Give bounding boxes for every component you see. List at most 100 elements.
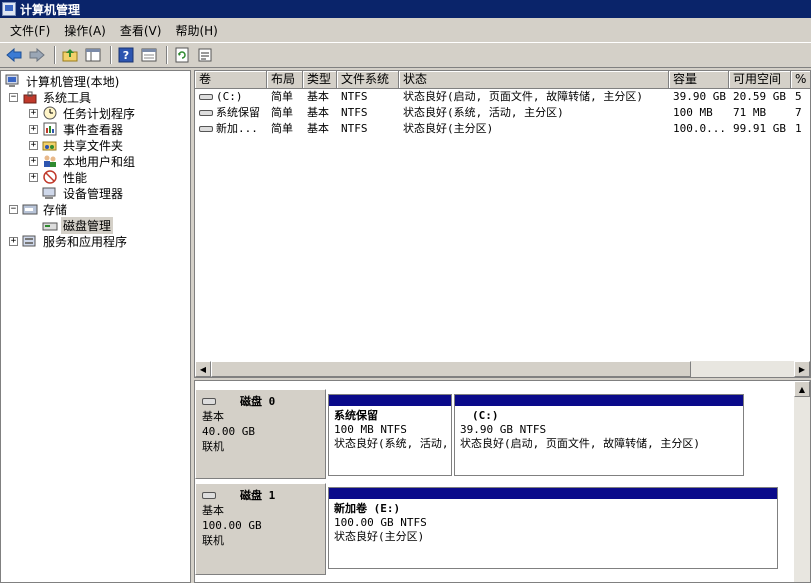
disk-status: 联机 — [202, 440, 224, 453]
expand-toggle[interactable]: + — [29, 124, 38, 134]
cell-free-space: 20.59 GB — [733, 90, 786, 103]
partition-block[interactable]: (C:) 39.90 GB NTFS 状态良好(启动, 页面文件, 故障转储, … — [454, 394, 744, 476]
tree-item-disk-management[interactable]: 磁盘管理 — [42, 216, 114, 234]
tree-item-system-tools[interactable]: − 系统工具 — [9, 89, 93, 105]
disk-size: 40.00 GB — [202, 425, 255, 438]
expand-toggle[interactable]: + — [29, 172, 38, 182]
cell-type: 基本 — [307, 90, 329, 103]
scroll-left-arrow-icon[interactable]: ◀ — [195, 361, 211, 377]
tree-item-services-apps[interactable]: + 服务和应用程序 — [9, 233, 129, 249]
disk-row: 磁盘 0 基本 40.00 GB 联机 系统保留 100 MB NTFS 状态良… — [195, 389, 775, 479]
disk-size: 100.00 GB — [202, 519, 262, 532]
menu-help[interactable]: 帮助(H) — [169, 22, 223, 39]
back-arrow-icon[interactable] — [4, 45, 24, 65]
column-header-free-space[interactable]: 可用空间 — [729, 71, 791, 89]
cell-status: 状态良好(主分区) — [403, 122, 494, 135]
menu-action[interactable]: 操作(A) — [58, 22, 112, 39]
scroll-right-arrow-icon[interactable]: ▶ — [794, 361, 810, 377]
scrollbar-track[interactable] — [691, 361, 794, 377]
table-row[interactable]: (C:) 简单 基本 NTFS 状态良好(启动, 页面文件, 故障转储, 主分区… — [195, 89, 810, 105]
collapse-toggle[interactable]: − — [9, 92, 18, 102]
cell-layout: 简单 — [271, 106, 293, 119]
clock-icon — [42, 106, 58, 120]
tree-item-label: 性能 — [63, 170, 88, 185]
toolbar: ? — [0, 42, 811, 68]
disk-name: 磁盘 1 — [240, 489, 276, 502]
cell-percent-free: 7 — [795, 106, 802, 119]
scrollbar-thumb[interactable] — [211, 361, 691, 377]
collapse-toggle[interactable]: − — [9, 204, 18, 214]
partition-status: 状态良好(系统, 活动, 主分区) — [334, 437, 451, 450]
up-folder-icon[interactable] — [60, 45, 80, 65]
partition-type-bar — [329, 488, 777, 499]
show-hide-tree-icon[interactable] — [83, 45, 103, 65]
tree-item-label: 磁盘管理 — [61, 216, 114, 234]
cell-type: 基本 — [307, 122, 329, 135]
disk-info-panel[interactable]: 磁盘 1 基本 100.00 GB 联机 — [195, 483, 326, 575]
column-header-percent-free[interactable]: % — [791, 71, 810, 89]
tree-item-storage[interactable]: − 存储 — [9, 201, 69, 217]
tree-item-label: 服务和应用程序 — [43, 234, 128, 249]
cell-status: 状态良好(系统, 活动, 主分区) — [403, 106, 564, 119]
export-list-icon[interactable] — [139, 45, 159, 65]
tree-item-device-manager[interactable]: 设备管理器 — [42, 185, 125, 201]
cell-filesystem: NTFS — [341, 106, 368, 119]
refresh-icon[interactable] — [172, 45, 192, 65]
svg-text:?: ? — [123, 49, 129, 62]
expand-toggle[interactable]: + — [9, 236, 18, 246]
tree-item-event-viewer[interactable]: + 事件查看器 — [29, 121, 125, 137]
performance-icon — [42, 170, 58, 184]
volume-icon — [199, 94, 213, 100]
expand-toggle[interactable]: + — [29, 156, 38, 166]
column-header-layout[interactable]: 布局 — [267, 71, 303, 89]
menu-bar: 文件(F) 操作(A) 查看(V) 帮助(H) — [0, 19, 811, 41]
disk-icon — [202, 492, 216, 499]
help-icon[interactable]: ? — [116, 45, 136, 65]
horizontal-scrollbar[interactable]: ◀ ▶ — [195, 361, 810, 377]
expand-toggle[interactable]: + — [29, 140, 38, 150]
column-header-filesystem[interactable]: 文件系统 — [337, 71, 399, 89]
toolbar-separator — [54, 46, 56, 64]
column-header-type[interactable]: 类型 — [303, 71, 337, 89]
disk-icon — [202, 398, 216, 405]
column-header-volume[interactable]: 卷 — [195, 71, 267, 89]
properties-icon[interactable] — [195, 45, 215, 65]
tree-root[interactable]: 计算机管理(本地) — [5, 73, 121, 89]
cell-volume: 系统保留 — [216, 106, 260, 119]
users-icon — [42, 154, 58, 168]
tree-item-task-scheduler[interactable]: + 任务计划程序 — [29, 105, 137, 121]
column-header-status[interactable]: 状态 — [399, 71, 669, 89]
cell-filesystem: NTFS — [341, 122, 368, 135]
cell-status: 状态良好(启动, 页面文件, 故障转储, 主分区) — [403, 90, 643, 103]
tree-item-performance[interactable]: + 性能 — [29, 169, 89, 185]
cell-free-space: 99.91 GB — [733, 122, 786, 135]
table-row[interactable]: 新加... 简单 基本 NTFS 状态良好(主分区) 100.0... 99.9… — [195, 121, 810, 137]
cell-volume: (C:) — [216, 90, 243, 103]
expand-toggle[interactable]: + — [29, 108, 38, 118]
tree-item-local-users[interactable]: + 本地用户和组 — [29, 153, 137, 169]
scroll-up-arrow-icon[interactable]: ▲ — [794, 381, 810, 397]
partition-status: 状态良好(主分区) — [334, 530, 425, 543]
computer-management-icon — [5, 74, 21, 88]
disk-row: 磁盘 1 基本 100.00 GB 联机 新加卷 (E:) 100.00 GB … — [195, 483, 778, 575]
tree-item-shared-folders[interactable]: + 共享文件夹 — [29, 137, 125, 153]
menu-file[interactable]: 文件(F) — [4, 22, 56, 39]
partition-block[interactable]: 新加卷 (E:) 100.00 GB NTFS 状态良好(主分区) — [328, 487, 778, 569]
shared-folder-icon — [42, 138, 58, 152]
tree-item-label: 设备管理器 — [63, 186, 124, 201]
menu-view[interactable]: 查看(V) — [114, 22, 168, 39]
disk-info-panel[interactable]: 磁盘 0 基本 40.00 GB 联机 — [195, 389, 326, 479]
column-header-capacity[interactable]: 容量 — [669, 71, 729, 89]
table-row[interactable]: 系统保留 简单 基本 NTFS 状态良好(系统, 活动, 主分区) 100 MB… — [195, 105, 810, 121]
storage-icon — [22, 202, 38, 216]
disk-type: 基本 — [202, 410, 224, 423]
partition-block[interactable]: 系统保留 100 MB NTFS 状态良好(系统, 活动, 主分区) — [328, 394, 452, 476]
disk-layout-view: 磁盘 0 基本 40.00 GB 联机 系统保留 100 MB NTFS 状态良… — [194, 380, 811, 583]
disk-management-icon — [42, 218, 58, 232]
forward-arrow-icon[interactable] — [27, 45, 47, 65]
tree-item-label: 共享文件夹 — [63, 138, 124, 153]
partition-type-bar — [329, 395, 451, 406]
vertical-scrollbar[interactable]: ▲ — [794, 381, 810, 582]
tree-item-label: 事件查看器 — [63, 122, 124, 137]
window-title: 计算机管理 — [20, 2, 81, 17]
